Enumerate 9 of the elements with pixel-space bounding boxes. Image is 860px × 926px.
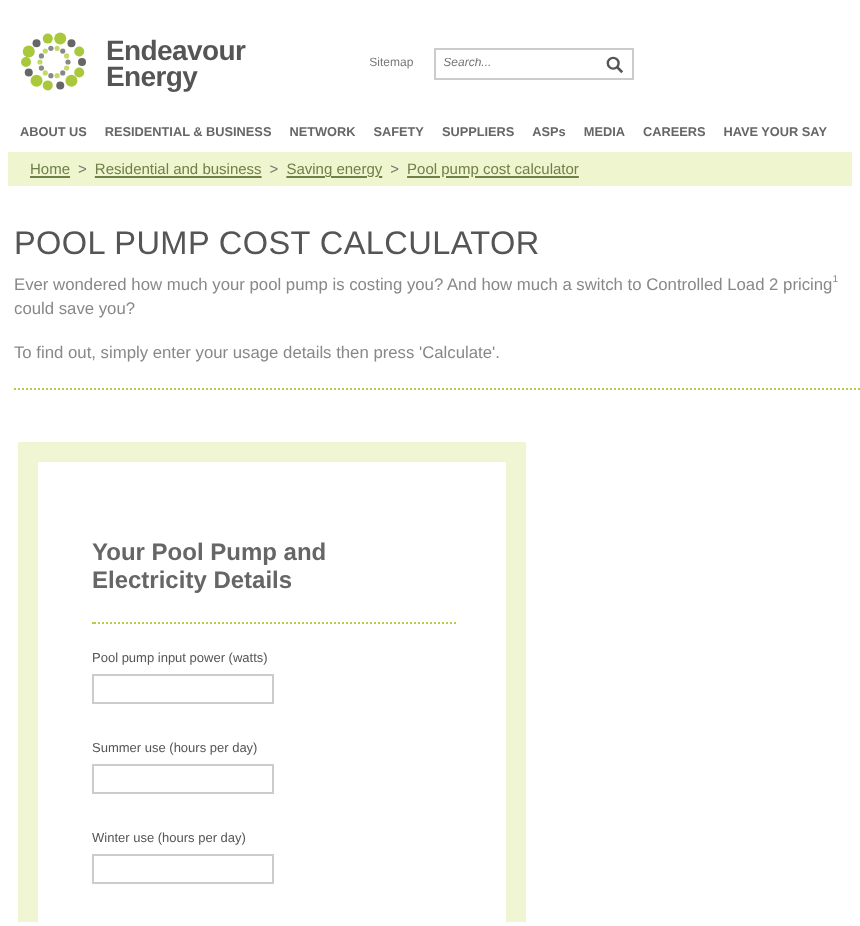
intro-text: Ever wondered how much your pool pump is costing you? And how much a switch to Controlled Load 2 pricing$^{1}$ could save you? <box>14 271 840 320</box>
form-heading: Your Pool Pump and Electricity Details <box>92 537 329 594</box>
search-icon[interactable] <box>605 55 624 73</box>
input-field[interactable] <box>92 673 274 704</box>
instruction-text: To find out, simply enter your usage details then press 'Calculate'. <box>14 341 502 362</box>
input-field[interactable] <box>92 763 274 794</box>
page-title: POOL PUMP COST CALCULATOR <box>14 226 542 262</box>
logo-text: Endeavour Energy <box>106 38 246 90</box>
input-field[interactable] <box>92 853 274 884</box>
